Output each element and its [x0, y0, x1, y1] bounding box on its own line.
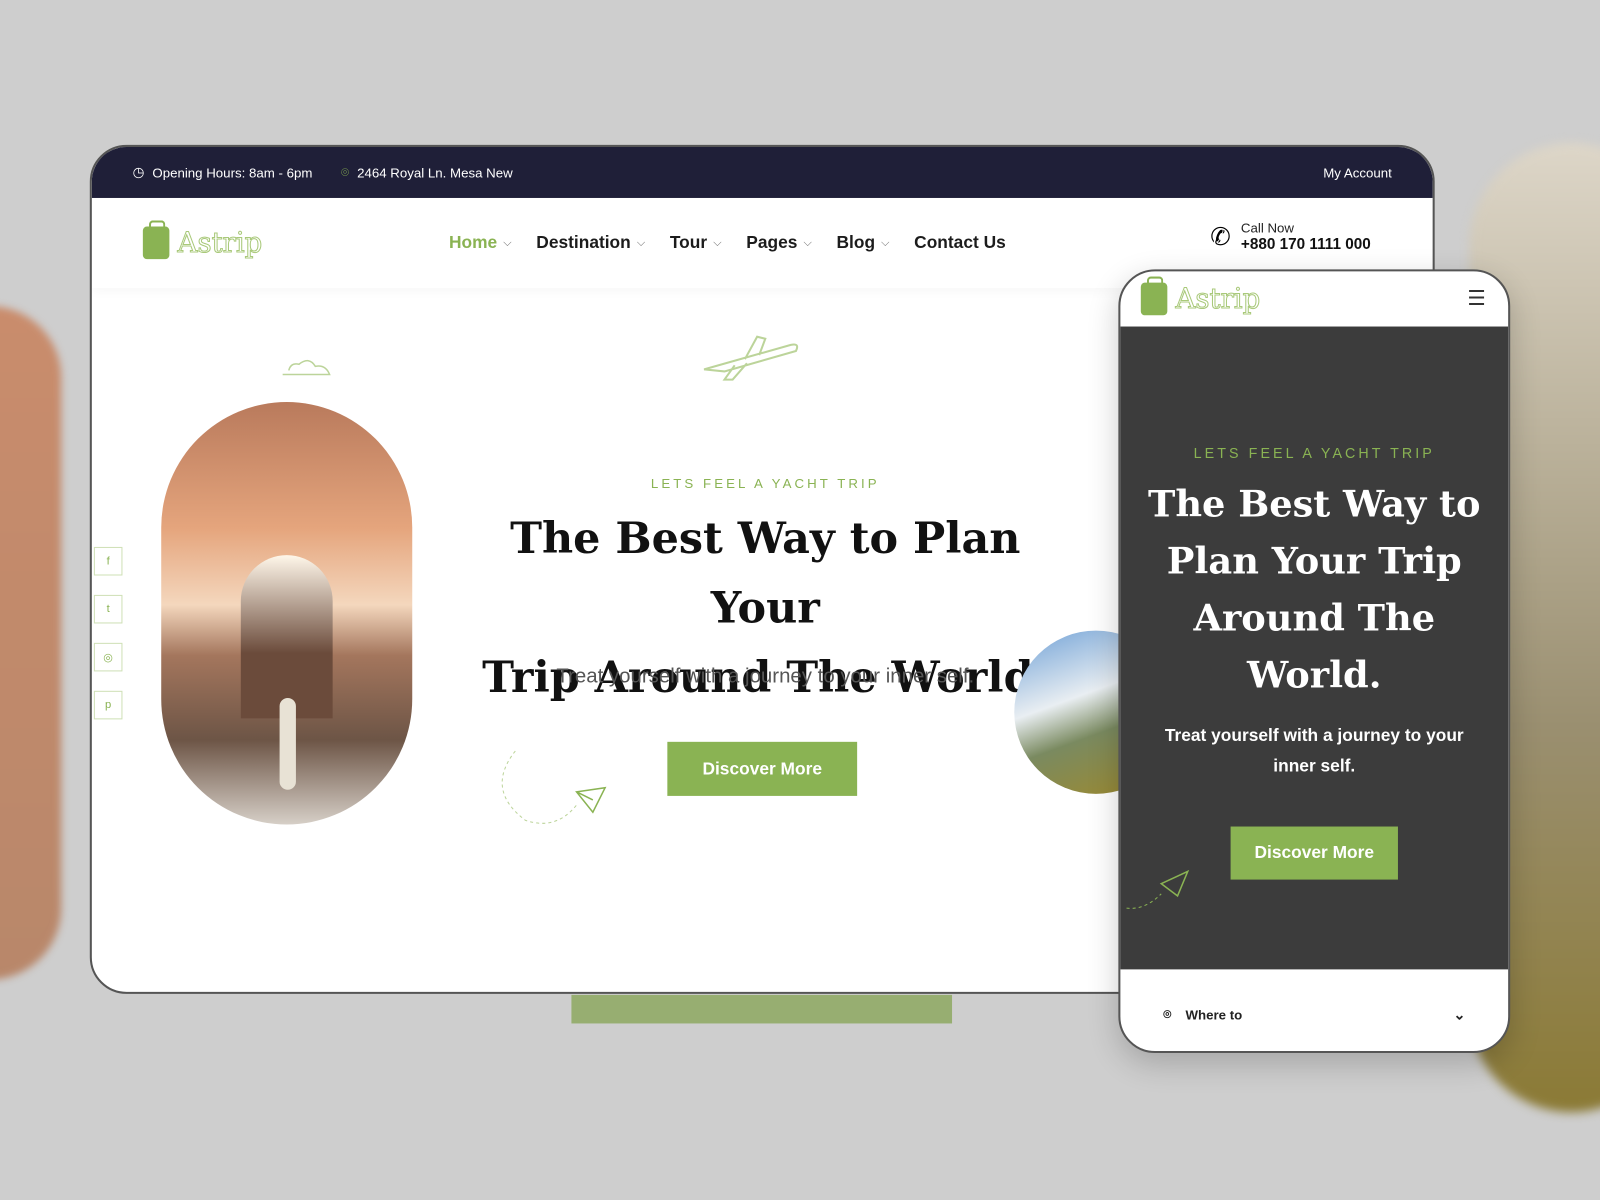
- luggage-icon: [142, 220, 170, 260]
- nav-label: Home: [448, 232, 498, 253]
- where-to-select[interactable]: ⌾ Where to ⌄: [1120, 976, 1508, 1052]
- hero-kicker: LETS FEEL A YACHT TRIP: [650, 475, 880, 491]
- nav-label: Destination: [536, 232, 631, 253]
- chevron-down-icon: ⌵: [881, 236, 890, 249]
- instagram-icon[interactable]: ◎: [93, 642, 123, 672]
- mobile-hero: LETS FEEL A YACHT TRIP The Best Way to P…: [1120, 326, 1509, 970]
- paper-plane-icon: [1126, 869, 1190, 909]
- logo[interactable]: Astrip: [142, 220, 263, 260]
- hero-arch-image: [161, 402, 413, 825]
- clock-icon: ◷: [132, 164, 145, 180]
- logo-text: Astrip: [1175, 283, 1261, 316]
- my-account-link[interactable]: My Account: [1323, 165, 1392, 180]
- cloud-icon: [282, 359, 331, 376]
- nav-contact[interactable]: Contact Us: [914, 233, 1006, 253]
- blurred-background-image: [0, 306, 62, 980]
- where-to-label: Where to: [1185, 1006, 1243, 1022]
- nav-tour[interactable]: Tour ⌵: [670, 233, 722, 253]
- nav-label: Contact Us: [914, 232, 1006, 253]
- nav-pages[interactable]: Pages ⌵: [746, 233, 812, 253]
- call-now[interactable]: ✆ Call Now +880 170 1111 000: [1210, 220, 1371, 253]
- top-bar: ◷ Opening Hours: 8am - 6pm ⌾ 2464 Royal Ln…: [91, 146, 1433, 198]
- nav-label: Tour: [669, 232, 708, 253]
- ghost-button: [571, 994, 953, 1024]
- chevron-down-icon: ⌵: [803, 236, 813, 249]
- phone-number: +880 170 1111 000: [1240, 235, 1371, 254]
- pinterest-icon[interactable]: p: [93, 690, 123, 720]
- airplane-icon: [703, 335, 799, 381]
- twitter-icon[interactable]: t: [93, 594, 123, 624]
- nav-label: Pages: [746, 232, 798, 253]
- logo[interactable]: Astrip: [1140, 276, 1261, 316]
- chevron-down-icon: ⌵: [713, 236, 722, 249]
- logo-text: Astrip: [177, 227, 263, 260]
- chevron-down-icon: ⌵: [503, 236, 512, 249]
- nav-home[interactable]: Home ⌵: [449, 233, 512, 253]
- hero-title: The Best Way to Plan Your Trip Around Th…: [1147, 482, 1481, 697]
- showcase: ◷ Opening Hours: 8am - 6pm ⌾ 2464 Royal Ln…: [0, 0, 1600, 1200]
- address: 2464 Royal Ln. Mesa New: [357, 164, 513, 181]
- discover-more-button[interactable]: Discover More: [1230, 826, 1398, 880]
- chevron-down-icon: ⌄: [1453, 1005, 1466, 1022]
- nav-destination[interactable]: Destination ⌵: [536, 233, 645, 253]
- nav-blog[interactable]: Blog ⌵: [837, 233, 890, 253]
- hamburger-menu-icon[interactable]: ☰: [1467, 286, 1485, 312]
- phone-icon: ✆: [1210, 222, 1231, 251]
- location-pin-icon: ⌾: [340, 164, 349, 180]
- call-label: Call Now: [1240, 220, 1294, 236]
- mobile-mockup: Astrip ☰ LETS FEEL A YACHT TRIP The Best…: [1118, 269, 1511, 1054]
- hero-kicker: LETS FEEL A YACHT TRIP: [1193, 444, 1435, 462]
- luggage-icon: [1140, 276, 1168, 316]
- location-pin-icon: ⌾: [1163, 1006, 1172, 1022]
- hero-subtitle: Treat yourself with a journey to your in…: [1164, 725, 1464, 776]
- chevron-down-icon: ⌵: [636, 236, 646, 249]
- title-line: The Best Way to Plan Your: [510, 513, 1021, 633]
- opening-hours: Opening Hours: 8am - 6pm: [152, 164, 313, 181]
- hero-subtitle: Treat yourself with a journey to your in…: [556, 665, 975, 688]
- discover-more-button[interactable]: Discover More: [667, 741, 858, 796]
- facebook-icon[interactable]: f: [93, 546, 123, 576]
- nav-label: Blog: [836, 232, 876, 253]
- paper-plane-icon: [501, 750, 607, 824]
